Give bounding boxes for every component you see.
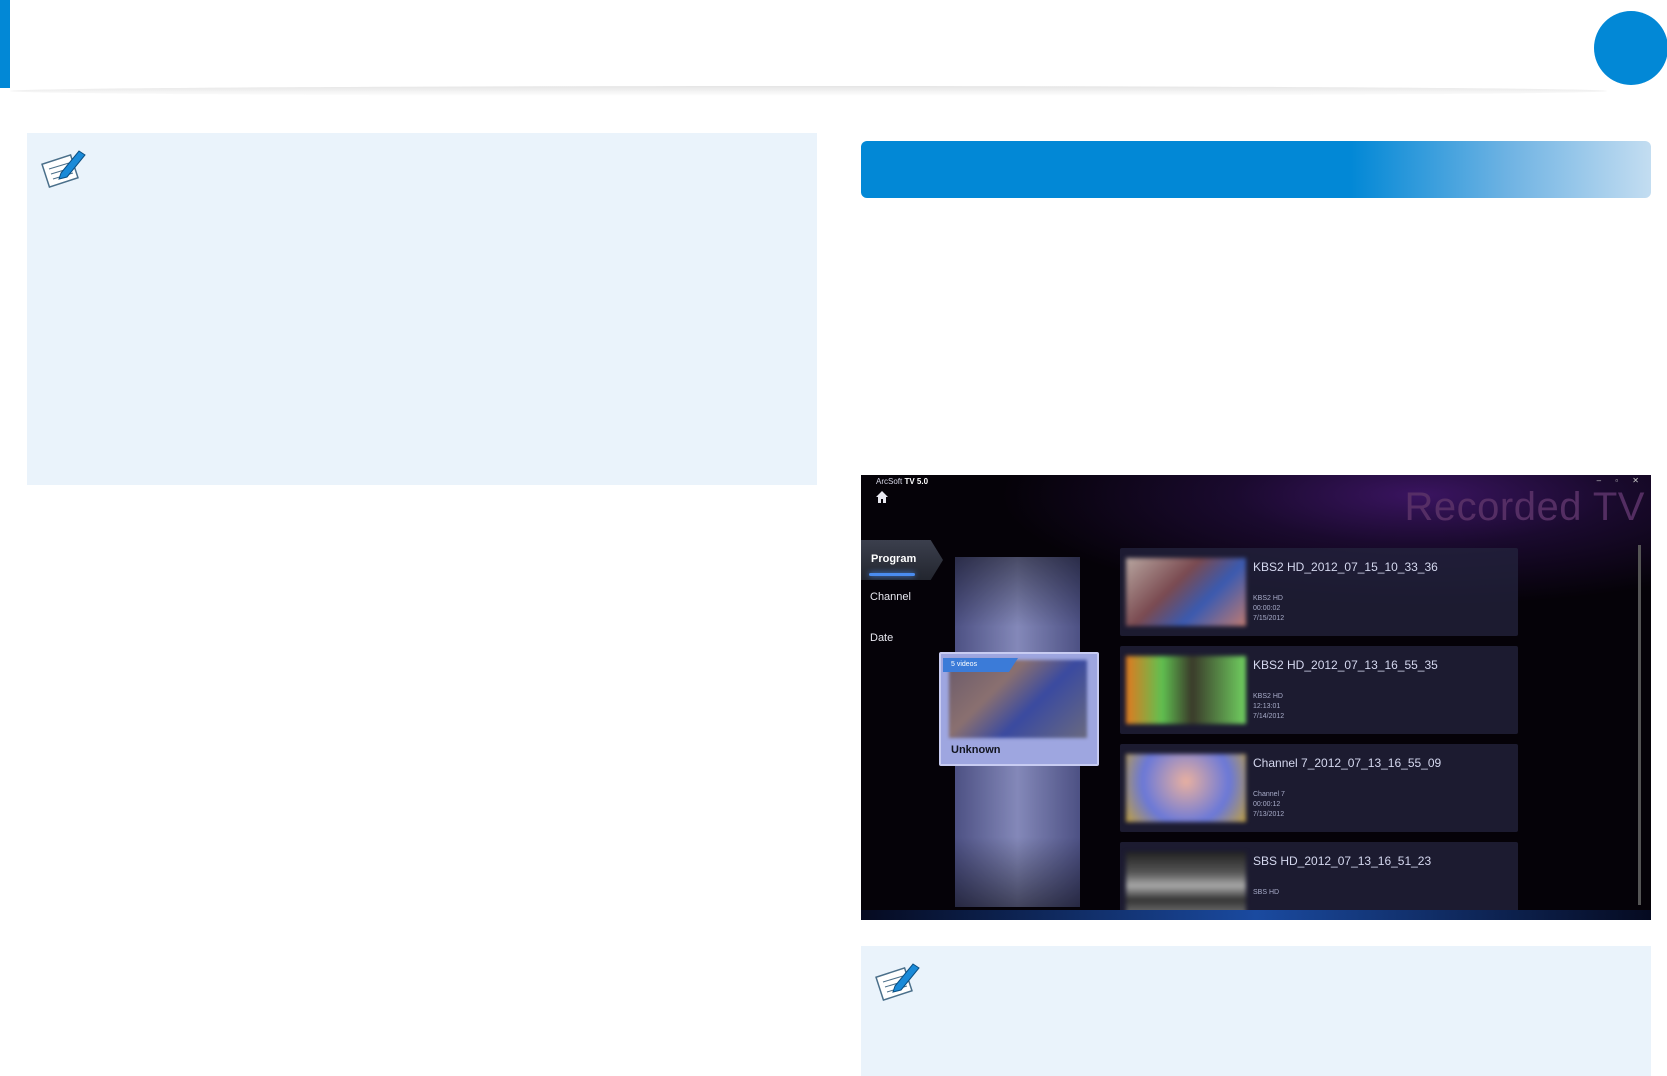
group-label: Unknown — [951, 744, 1001, 756]
nav-selected-indicator — [869, 573, 915, 576]
note-box-right — [861, 946, 1651, 1076]
recording-thumbnail — [1126, 656, 1246, 724]
arcsoft-tv-screenshot: ArcSoft TV 5.0 – ▫ ✕ Recorded TV Program… — [861, 475, 1651, 920]
recording-thumbnail — [1126, 558, 1246, 626]
recording-meta: KBS2 HD 12:13:01 7/14/2012 — [1253, 693, 1285, 720]
app-title: ArcSoft TV 5.0 — [876, 477, 929, 486]
recording-item[interactable]: KBS2 HD_2012_07_15_10_33_36 KBS2 HD 00:0… — [1120, 548, 1518, 636]
chapter-marker — [1594, 11, 1667, 85]
bottom-glow — [861, 910, 1651, 920]
recording-meta: KBS2 HD 00:00:02 7/15/2012 — [1253, 595, 1285, 622]
header-accent-bar — [0, 0, 10, 88]
group-card-unknown[interactable]: 5 videos Unknown — [939, 652, 1099, 766]
video-count-badge: 5 videos — [943, 658, 1018, 672]
section-header-bar — [861, 141, 1651, 198]
nav-item-date[interactable]: Date — [870, 632, 893, 644]
nav-item-program[interactable]: Program — [861, 540, 943, 580]
recording-item[interactable]: SBS HD_2012_07_13_16_51_23 SBS HD — [1120, 842, 1518, 920]
screen-title: Recorded TV — [1404, 485, 1645, 529]
recording-thumbnail — [1126, 754, 1246, 822]
recording-meta: Channel 7 00:00:12 7/13/2012 — [1253, 791, 1285, 818]
note-box-left — [27, 133, 817, 485]
note-pencil-icon — [875, 963, 920, 1001]
recording-title: KBS2 HD_2012_07_13_16_55_35 — [1253, 658, 1438, 672]
scrollbar[interactable] — [1638, 545, 1641, 905]
nav-item-channel[interactable]: Channel — [870, 591, 911, 603]
header-divider — [10, 86, 1607, 96]
note-pencil-icon — [41, 150, 86, 188]
recording-item[interactable]: Channel 7_2012_07_13_16_55_09 Channel 7 … — [1120, 744, 1518, 832]
recording-title: KBS2 HD_2012_07_15_10_33_36 — [1253, 560, 1438, 574]
home-icon[interactable] — [875, 490, 889, 504]
recording-title: Channel 7_2012_07_13_16_55_09 — [1253, 756, 1442, 770]
recording-meta: SBS HD — [1253, 889, 1280, 896]
recording-item[interactable]: KBS2 HD_2012_07_13_16_55_35 KBS2 HD 12:1… — [1120, 646, 1518, 734]
recording-title: SBS HD_2012_07_13_16_51_23 — [1253, 854, 1432, 868]
window-controls[interactable]: – ▫ ✕ — [1597, 476, 1645, 485]
nav-item-label: Program — [871, 553, 917, 565]
